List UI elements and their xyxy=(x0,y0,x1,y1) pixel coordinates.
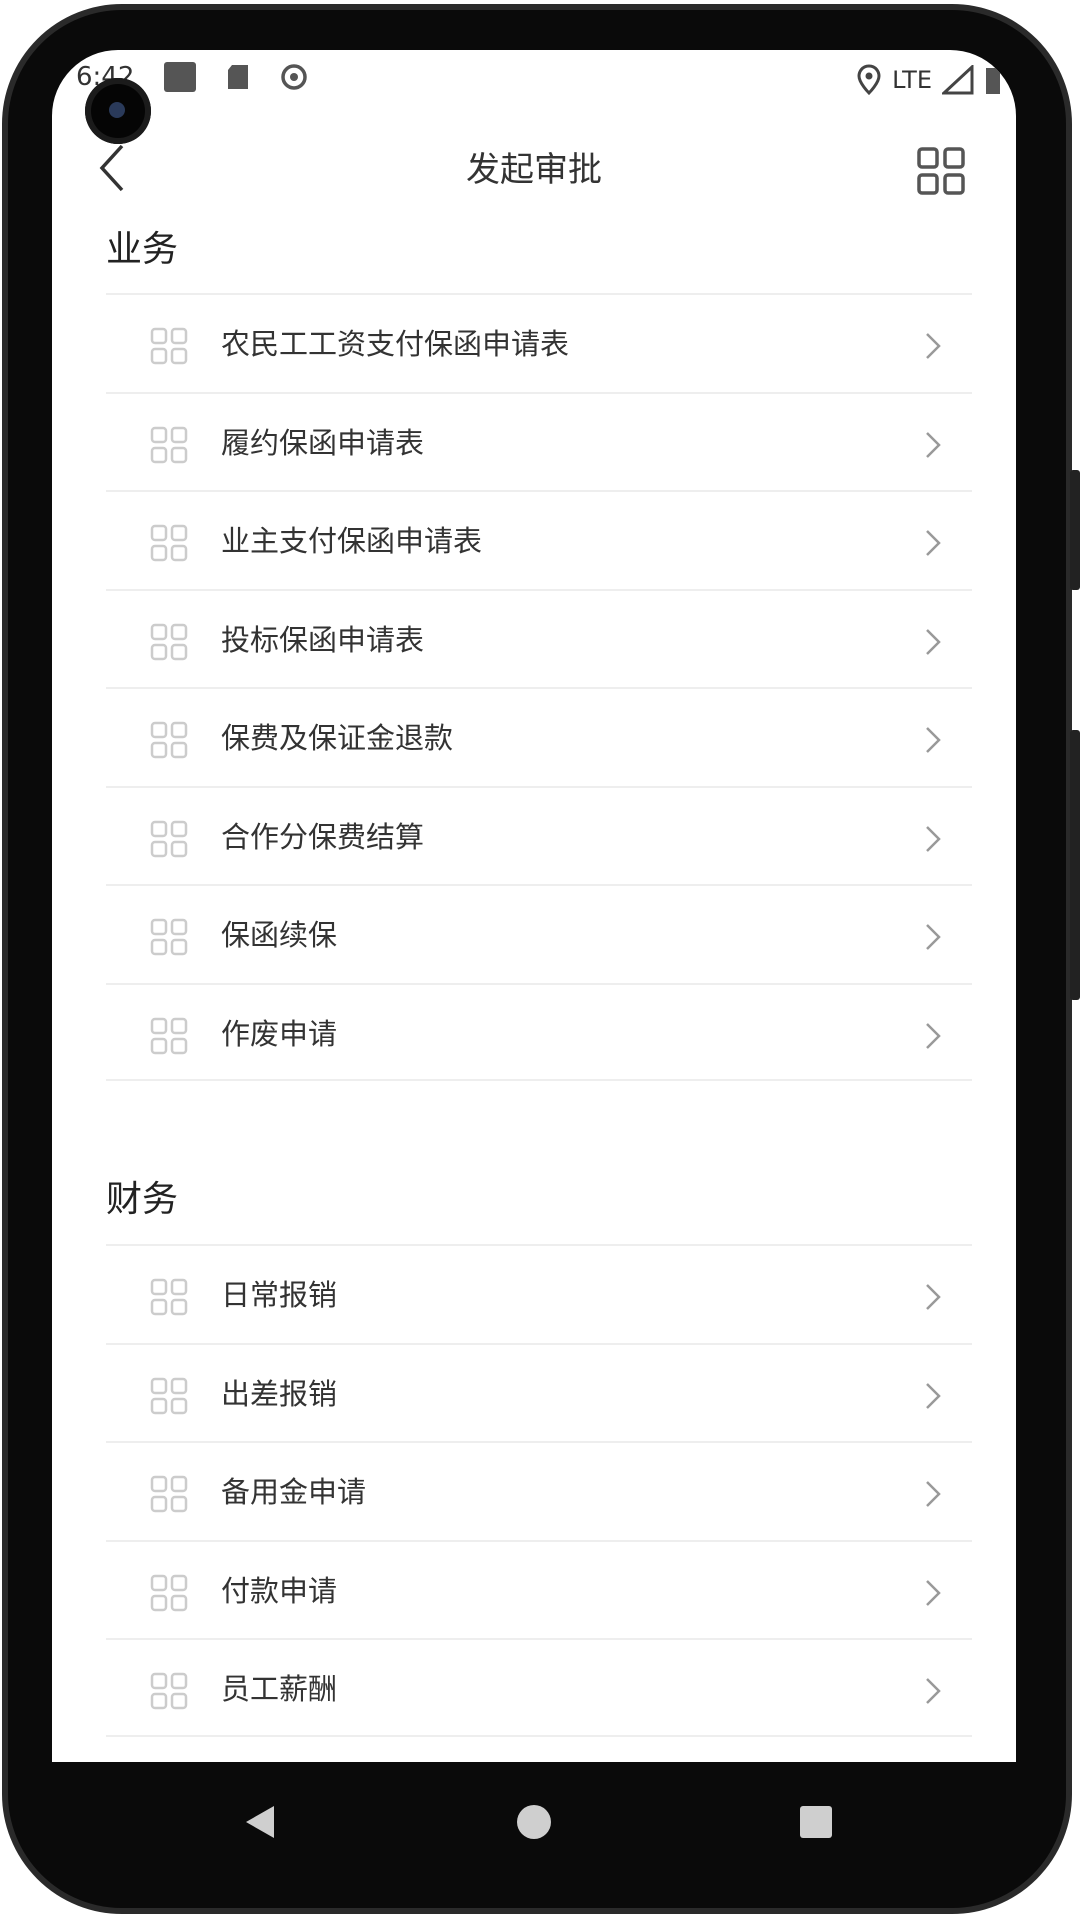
section-title-business: 业务 xyxy=(106,229,179,270)
form-grid-icon xyxy=(150,1377,188,1415)
list-item-label: 保费及保证金退款 xyxy=(221,721,454,755)
nav-home-icon[interactable] xyxy=(514,1802,554,1842)
list-item-label: 履约保函申请表 xyxy=(221,425,425,460)
form-grid-icon xyxy=(150,1672,188,1710)
list-item-label: 投标保函申请表 xyxy=(221,622,425,657)
list-item[interactable]: 保费及保证金退款 xyxy=(106,687,972,786)
list-item-label: 员工薪酬 xyxy=(221,1672,338,1706)
chevron-right-icon xyxy=(924,922,942,952)
chevron-right-icon xyxy=(924,1381,942,1411)
chevron-right-icon xyxy=(924,331,942,361)
chevron-right-icon xyxy=(924,528,942,558)
list-item[interactable]: 员工薪酬 xyxy=(106,1638,972,1737)
form-grid-icon xyxy=(150,820,188,858)
list-item-label: 作废申请 xyxy=(221,1016,338,1051)
form-grid-icon xyxy=(150,918,188,956)
list-item-label: 合作分保费结算 xyxy=(221,819,425,854)
chevron-right-icon xyxy=(924,627,942,657)
list-item[interactable]: 备用金申请 xyxy=(106,1441,972,1540)
form-grid-icon xyxy=(150,1574,188,1612)
list-item-label: 保函续保 xyxy=(221,918,338,952)
status-indicators: LTE xyxy=(856,60,1002,100)
chevron-right-icon xyxy=(924,824,942,854)
chevron-right-icon xyxy=(924,1578,942,1608)
form-grid-icon xyxy=(150,327,188,365)
form-grid-icon xyxy=(150,721,188,759)
notification-square-icon xyxy=(164,62,196,92)
navigation-bar xyxy=(52,1762,1016,1882)
list-item-label: 付款申请 xyxy=(221,1573,338,1608)
form-grid-icon xyxy=(150,524,188,562)
power-button xyxy=(1070,730,1080,1000)
list-item[interactable]: 履约保函申请表 xyxy=(106,391,972,491)
chevron-right-icon xyxy=(924,1282,942,1312)
sd-card-icon xyxy=(228,65,248,89)
form-grid-icon xyxy=(150,1017,188,1055)
list-item-label: 业主支付保函申请表 xyxy=(221,524,483,558)
list-item[interactable]: 农民工工资支付保函申请表 xyxy=(106,293,972,392)
battery-icon xyxy=(986,68,1000,94)
form-grid-icon xyxy=(150,623,188,661)
chevron-right-icon xyxy=(924,1676,942,1706)
sync-icon xyxy=(281,64,307,90)
chevron-right-icon xyxy=(924,725,942,755)
phone-frame: 6:42 LTE 发起审批 业务 农民工工资支付保函申请表 履约保函申请表 业主… xyxy=(0,0,1080,1920)
list-item[interactable]: 付款申请 xyxy=(106,1539,972,1639)
signal-icon xyxy=(942,65,974,95)
list-item[interactable]: 业主支付保函申请表 xyxy=(106,490,972,589)
form-grid-icon xyxy=(150,426,188,464)
nav-back-icon[interactable] xyxy=(240,1802,280,1842)
chevron-right-icon xyxy=(924,1479,942,1509)
chevron-right-icon xyxy=(924,430,942,460)
list-item[interactable]: 合作分保费结算 xyxy=(106,785,972,885)
list-item[interactable]: 投标保函申请表 xyxy=(106,588,972,688)
form-grid-icon xyxy=(150,1475,188,1513)
location-icon xyxy=(857,64,881,96)
network-type-label: LTE xyxy=(892,66,932,94)
list-item[interactable]: 保函续保 xyxy=(106,884,972,983)
screen: 6:42 LTE 发起审批 业务 农民工工资支付保函申请表 履约保函申请表 业主… xyxy=(52,50,1016,1762)
status-bar: 6:42 LTE xyxy=(52,50,1016,120)
list-item-label: 备用金申请 xyxy=(221,1475,367,1509)
front-camera xyxy=(85,78,151,144)
list-item[interactable]: 作废申请 xyxy=(106,982,972,1081)
finance-list: 日常报销出差报销备用金申请付款申请员工薪酬 xyxy=(106,1244,972,1737)
chevron-right-icon xyxy=(924,1021,942,1051)
business-list: 农民工工资支付保函申请表 履约保函申请表业主支付保函申请表 投标保函申请表 保费及保证… xyxy=(106,293,972,1081)
volume-button xyxy=(1070,470,1080,590)
list-item[interactable]: 出差报销 xyxy=(106,1342,972,1442)
page-title: 发起审批 xyxy=(466,150,602,190)
header: 发起审批 xyxy=(52,120,1016,220)
list-item-label: 农民工工资支付保函申请表 xyxy=(221,327,570,361)
form-grid-icon xyxy=(150,1278,188,1316)
grid-menu-icon[interactable] xyxy=(916,146,966,196)
list-item-label: 日常报销 xyxy=(221,1278,338,1312)
list-item-label: 出差报销 xyxy=(221,1376,338,1411)
list-item[interactable]: 日常报销 xyxy=(106,1244,972,1343)
nav-recents-icon[interactable] xyxy=(796,1802,836,1842)
section-title-finance: 财务 xyxy=(106,1179,179,1220)
